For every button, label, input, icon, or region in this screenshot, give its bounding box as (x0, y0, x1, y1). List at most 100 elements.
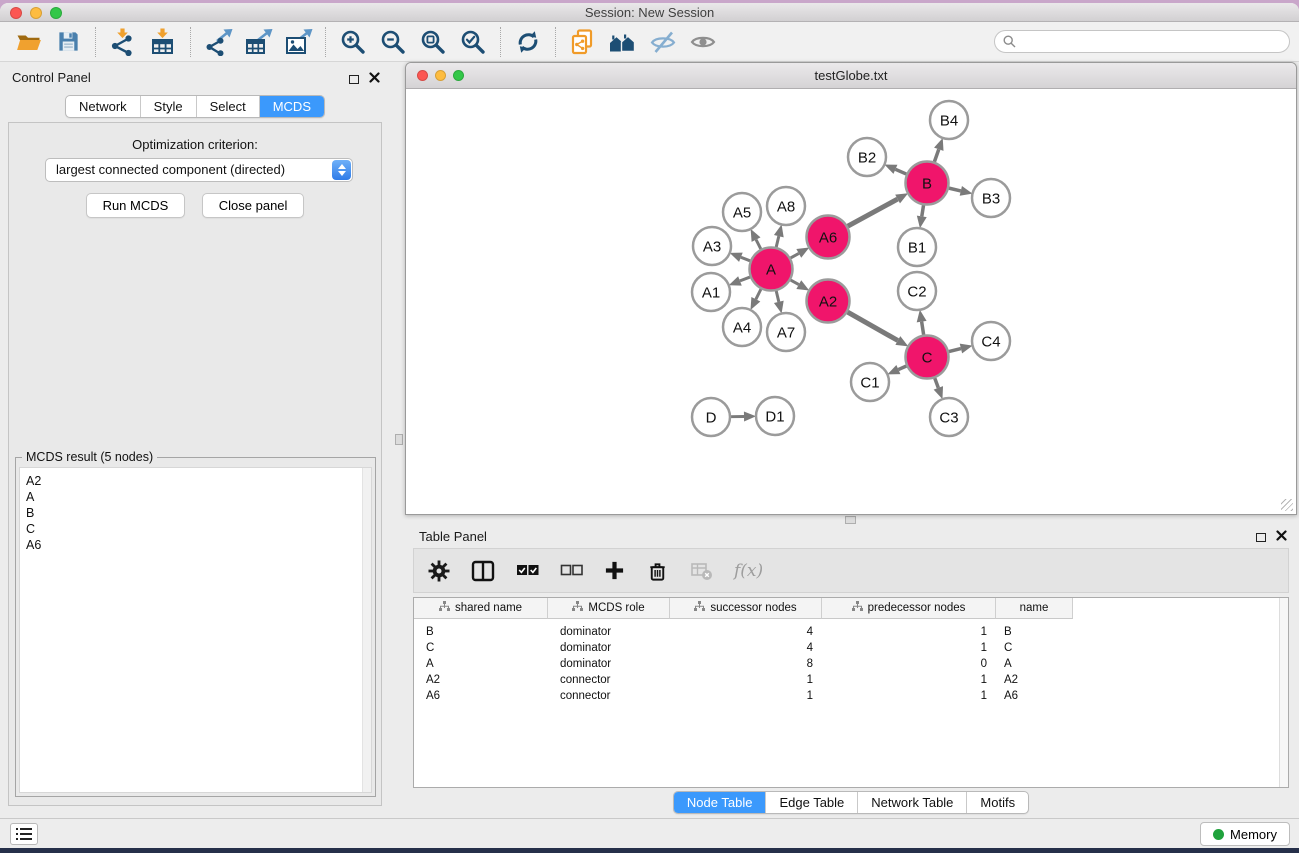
zoom-network-window-button[interactable] (453, 70, 464, 81)
run-mcds-button[interactable]: Run MCDS (86, 193, 186, 218)
window-resize-grip[interactable] (1281, 499, 1293, 511)
close-panel-icon[interactable] (369, 70, 380, 88)
table-row[interactable]: Adominator80A (414, 656, 1288, 672)
export-image-button[interactable] (278, 24, 318, 60)
graph-edge-A-A1[interactable] (740, 277, 750, 281)
app-title: Session: New Session (0, 3, 1299, 22)
graph-node-label: A5 (733, 204, 751, 221)
graph-edge-B-B2[interactable] (895, 169, 906, 174)
deselect-all-button[interactable] (560, 556, 583, 586)
add-column-button[interactable] (604, 556, 625, 586)
copy-network-button[interactable] (563, 24, 603, 60)
table-row[interactable]: Cdominator41C (414, 640, 1288, 656)
graph-edge-B-B4[interactable] (934, 149, 938, 161)
tab-mcds[interactable]: MCDS (259, 96, 324, 117)
export-network-button[interactable] (198, 24, 238, 60)
close-window-button[interactable] (10, 7, 22, 19)
table-settings-button[interactable] (428, 556, 450, 586)
minimize-network-window-button[interactable] (435, 70, 446, 81)
close-network-window-button[interactable] (417, 70, 428, 81)
table-row[interactable]: A6connector11A6 (414, 688, 1288, 704)
zoom-selected-button[interactable] (453, 24, 493, 60)
tab-edge-table[interactable]: Edge Table (765, 792, 857, 813)
graph-edge-A6-B[interactable] (848, 199, 898, 226)
network-window-titlebar[interactable]: testGlobe.txt (406, 63, 1296, 89)
vertical-splitter-grip[interactable] (395, 434, 403, 445)
column-header-label: MCDS role (588, 602, 644, 614)
column-header-mcds-role[interactable]: MCDS role (548, 598, 670, 619)
column-header-successor-nodes[interactable]: successor nodes (670, 598, 822, 619)
memory-button[interactable]: Memory (1200, 822, 1290, 846)
export-table-button[interactable] (238, 24, 278, 60)
graph-edge-C-C4[interactable] (949, 349, 961, 352)
tab-style[interactable]: Style (140, 96, 196, 117)
main-toolbar (0, 22, 1299, 62)
graph-edge-C-C1[interactable] (898, 366, 906, 370)
table-row[interactable]: A2connector11A2 (414, 672, 1288, 688)
table-cell: A2 (996, 672, 1073, 688)
search-input[interactable] (994, 30, 1290, 53)
result-item[interactable]: B (20, 505, 371, 521)
graph-edge-B-B1[interactable] (922, 205, 924, 216)
column-header-shared-name[interactable]: shared name (414, 598, 548, 619)
tab-node-table[interactable]: Node Table (674, 792, 766, 813)
save-session-button[interactable] (48, 24, 88, 60)
zoom-in-button[interactable] (333, 24, 373, 60)
graph-edge-A-A6[interactable] (791, 253, 799, 258)
home-networks-button[interactable] (603, 24, 643, 60)
panel-menu-button[interactable] (10, 823, 38, 845)
select-all-button[interactable] (516, 556, 539, 586)
show-all-button[interactable] (683, 24, 723, 60)
result-item[interactable]: C (20, 521, 371, 537)
graph-edge-A-A5[interactable] (756, 240, 761, 249)
graph-edge-A-A3[interactable] (741, 257, 750, 261)
import-network-button[interactable] (103, 24, 143, 60)
delete-column-button[interactable] (646, 556, 669, 586)
zoom-fit-button[interactable] (413, 24, 453, 60)
float-table-panel-icon[interactable] (1256, 533, 1266, 542)
graph-edge-A-A2[interactable] (791, 280, 799, 285)
apply-layout-button[interactable] (508, 24, 548, 60)
mcds-result-title: MCDS result (5 nodes) (22, 450, 157, 464)
graph-edge-B-B3[interactable] (949, 188, 961, 191)
graph-edge-A-A8[interactable] (776, 236, 779, 247)
graph-nodes: AA1A2A3A4A5A6A7A8BB1B2B3B4CC1C2C3C4DD1 (692, 101, 1010, 436)
column-header-predecessor-nodes[interactable]: predecessor nodes (822, 598, 996, 619)
column-header-name[interactable]: name (996, 598, 1073, 619)
close-panel-button[interactable]: Close panel (202, 193, 305, 218)
close-table-panel-icon[interactable] (1276, 528, 1287, 546)
hide-selected-button[interactable] (643, 24, 683, 60)
minimize-window-button[interactable] (30, 7, 42, 19)
graph-edge-C-C3[interactable] (935, 378, 939, 388)
optimization-criterion-select[interactable]: largest connected component (directed) (45, 158, 353, 182)
result-scrollbar-track[interactable] (362, 468, 371, 792)
result-item[interactable]: A (20, 489, 371, 505)
tab-network-table[interactable]: Network Table (857, 792, 966, 813)
table-scrollbar-track[interactable] (1279, 598, 1288, 787)
delete-table-button[interactable] (690, 556, 713, 586)
float-panel-icon[interactable] (349, 75, 359, 84)
column-layout-button[interactable] (471, 556, 495, 586)
tab-select[interactable]: Select (196, 96, 259, 117)
open-session-button[interactable] (8, 24, 48, 60)
graph-edge-C-C2[interactable] (922, 322, 924, 335)
tab-motifs[interactable]: Motifs (966, 792, 1028, 813)
result-item[interactable]: A6 (20, 537, 371, 553)
graph-edge-A-A7[interactable] (776, 291, 779, 302)
function-builder-button[interactable]: f(x) (734, 556, 763, 586)
graph-edge-A-A4[interactable] (756, 289, 761, 299)
zoom-out-icon (379, 28, 407, 56)
deselect-all-icon (560, 564, 583, 577)
table-row[interactable]: Bdominator41B (414, 624, 1288, 640)
network-canvas[interactable]: AA1A2A3A4A5A6A7A8BB1B2B3B4CC1C2C3C4DD1 (407, 89, 1295, 513)
table-cell: A (414, 656, 548, 672)
zoom-window-button[interactable] (50, 7, 62, 19)
tab-network[interactable]: Network (66, 96, 140, 117)
result-item[interactable]: A2 (20, 473, 371, 489)
graph-node-label: B4 (940, 112, 958, 129)
eye-slash-icon (649, 28, 677, 56)
zoom-out-button[interactable] (373, 24, 413, 60)
import-table-button[interactable] (143, 24, 183, 60)
graph-edge-A2-C[interactable] (848, 312, 898, 340)
column-type-icon (852, 601, 863, 615)
